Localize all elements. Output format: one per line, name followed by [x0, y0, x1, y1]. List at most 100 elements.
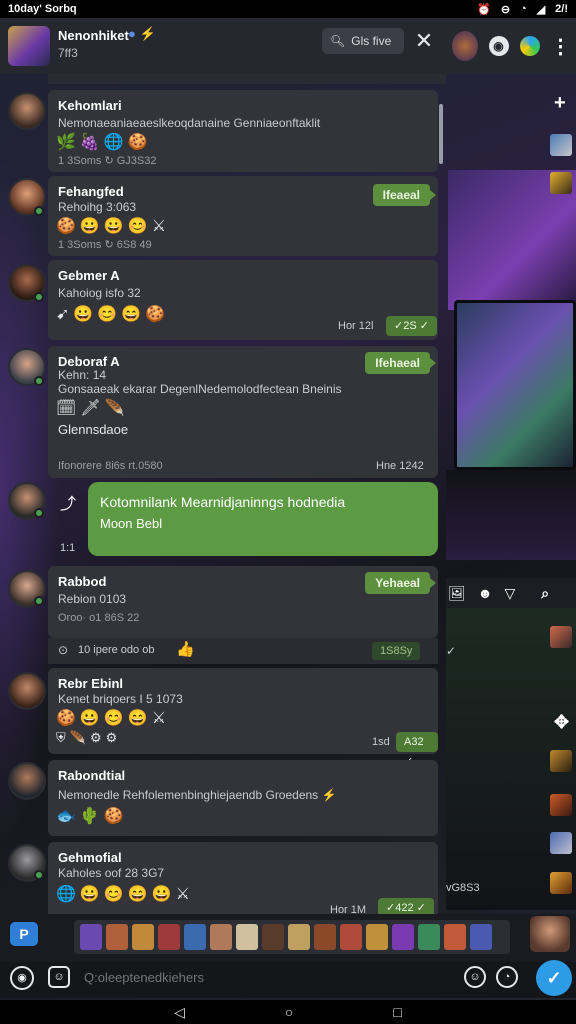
- signal-icon: ◢: [536, 3, 546, 16]
- search-button[interactable]: 🔍︎ Gls five: [322, 28, 404, 54]
- avatar[interactable]: [8, 672, 46, 710]
- sticker[interactable]: [288, 924, 310, 950]
- sticker[interactable]: [158, 924, 180, 950]
- games-icon[interactable]: ◉: [488, 36, 509, 56]
- reaction-icon: ⊙: [58, 643, 69, 657]
- sticker[interactable]: [236, 924, 258, 950]
- search-icon[interactable]: ⌕: [541, 585, 549, 602]
- sticker[interactable]: [392, 924, 414, 950]
- message-card[interactable]: Rabbod Yehaeal Rebion 0103 Oroo· o1 86S …: [48, 566, 438, 638]
- group-avatar[interactable]: [8, 26, 50, 66]
- sticker[interactable]: [132, 924, 154, 950]
- bubble-text-2: Moon Bebl: [100, 516, 163, 531]
- message-text: Gonsaaeak ekarar DegenlNedemolodfectean …: [58, 382, 342, 396]
- globe-icon: 🌐: [56, 886, 76, 903]
- cactus-icon: 🌵: [79, 808, 100, 825]
- sticker-icon[interactable]: ☻: [478, 585, 493, 601]
- bubble-prefix: 1:1: [60, 542, 76, 554]
- sender-name: Gebmer A: [58, 268, 120, 283]
- online-badge: [34, 508, 44, 518]
- sword-icon: ⚔: [151, 710, 167, 727]
- scrollbar[interactable]: [439, 104, 443, 164]
- sticker[interactable]: [366, 924, 388, 950]
- message-card[interactable]: Gebmer A Kahoiog isfo 32 ➹ 😀 😊 😄 🍪 Hor 12l ✓…: [48, 260, 438, 340]
- emoji-row: 🌿 🍇 🌐 🍪: [56, 132, 148, 152]
- sticker-pack-button[interactable]: P: [10, 922, 38, 946]
- plus-icon[interactable]: +: [554, 92, 566, 115]
- message-input[interactable]: [84, 966, 454, 990]
- sticker[interactable]: [470, 924, 492, 950]
- reaction-tag[interactable]: Ifehaeal: [365, 352, 436, 374]
- side-thumb[interactable]: [550, 134, 572, 156]
- smile-icon: 😄: [127, 710, 148, 727]
- reaction-tag[interactable]: Yehaeal: [365, 572, 436, 594]
- message-card[interactable]: Fehangfed Ifeaeal Rehoihg 3:063 🍪 😀 😀 😊 ⚔ 1 …: [48, 176, 438, 256]
- sticker-list[interactable]: [74, 920, 510, 954]
- gallery-icon[interactable]: 🖼︎: [448, 585, 466, 602]
- message-card[interactable]: Kehomlari Nemonaeaniaeaeslkeoqdanaine Ge…: [48, 90, 438, 172]
- grape-icon: 🍇: [79, 134, 100, 151]
- cookie-icon: 🍪: [56, 710, 76, 727]
- side-thumb[interactable]: [550, 832, 572, 854]
- message-list[interactable]: Kehomlari Nemonaeaniaeaeslkeoqdanaine Ge…: [0, 84, 446, 920]
- contact-thumbnail[interactable]: [530, 916, 570, 952]
- chevron-down-icon[interactable]: ▽: [505, 585, 516, 602]
- chat-title[interactable]: Nenonhiket: [58, 28, 129, 43]
- online-badge: [34, 596, 44, 606]
- side-thumb[interactable]: [550, 172, 572, 194]
- sticker[interactable]: [210, 924, 232, 950]
- message-card[interactable]: Rebr Ebinl Kenet briqoers I 5 1073 🍪 😀 😊 😄 ⚔…: [48, 668, 438, 768]
- sword-icon: ⚔: [175, 886, 190, 903]
- reply-icon[interactable]: ⤴: [60, 490, 76, 514]
- menu-icon[interactable]: ⋮: [551, 34, 571, 59]
- sticker[interactable]: [340, 924, 362, 950]
- back-icon[interactable]: ◁: [174, 1004, 185, 1021]
- smile-icon: 😀: [79, 886, 100, 903]
- sticker[interactable]: [184, 924, 206, 950]
- message-card[interactable]: Gehmofial Kaholes oof 28 3G7 🌐 😀 😊 😄 😀 ⚔ Hor …: [48, 842, 438, 920]
- home-icon[interactable]: ○: [285, 1004, 293, 1020]
- cookie-icon: 🍪: [145, 306, 166, 323]
- sticker[interactable]: [80, 924, 102, 950]
- message-card[interactable]: Deboraf A Ifehaeal Kehn: 14 Gonsaaeak ek…: [48, 346, 438, 478]
- message-card[interactable]: Rabondtial Nemonedle Rehfolemenbinghieja…: [48, 760, 438, 836]
- message-text: Glennsdaoe: [58, 422, 129, 437]
- browser-icon[interactable]: [519, 36, 540, 56]
- message-text: Nemonedle Rehfolemenbinghiejaendb Groede…: [58, 788, 337, 802]
- attach-icon[interactable]: ☺: [464, 966, 486, 988]
- side-thumb[interactable]: [550, 872, 572, 894]
- mic-icon[interactable]: ◔: [496, 966, 518, 988]
- reaction-tag[interactable]: Ifeaeal: [372, 184, 437, 206]
- outgoing-bubble[interactable]: Kotomnilank Mearnidjaninngs hodnedia Moo…: [88, 482, 438, 556]
- side-thumb[interactable]: [550, 750, 572, 772]
- status-time: 10day' Sorbq: [8, 3, 77, 15]
- smile-icon: 😊: [97, 306, 118, 323]
- recents-icon[interactable]: □: [393, 1004, 401, 1020]
- search-icon: 🔍︎: [330, 34, 346, 48]
- send-button[interactable]: ✓: [536, 960, 572, 996]
- sticker[interactable]: [418, 924, 440, 950]
- avatar[interactable]: [8, 92, 46, 130]
- sword-icon: 🗡: [80, 400, 101, 417]
- sticker[interactable]: [106, 924, 128, 950]
- reaction-row[interactable]: ⊙ 10 ipere odo ob 👍 1S8Sy: [48, 638, 438, 664]
- sender-name: Gehmofial: [58, 850, 122, 865]
- side-thumb[interactable]: [550, 626, 572, 648]
- profile-avatar[interactable]: [451, 31, 478, 61]
- sticker[interactable]: [444, 924, 466, 950]
- sticker[interactable]: [262, 924, 284, 950]
- chat-subtitle: 7ff3: [58, 46, 78, 60]
- camera-icon[interactable]: ◉: [10, 966, 34, 990]
- battery-text: 2/!: [555, 2, 568, 15]
- message-meta: 1 3Soms ↻ GJ3S32: [58, 155, 157, 167]
- avatar[interactable]: [8, 762, 46, 800]
- move-icon[interactable]: ✥: [554, 712, 569, 733]
- side-thumb[interactable]: [550, 794, 572, 816]
- bolt-badge-icon: ⚡: [139, 26, 156, 41]
- emoji-icon[interactable]: ☺: [48, 966, 70, 988]
- sender-name: Fehangfed: [58, 184, 124, 199]
- sticker[interactable]: [314, 924, 336, 950]
- close-icon[interactable]: ✕: [412, 28, 436, 54]
- cookie-icon: 🍪: [127, 134, 148, 151]
- reaction-tag[interactable]: 1S8Sy: [372, 642, 421, 660]
